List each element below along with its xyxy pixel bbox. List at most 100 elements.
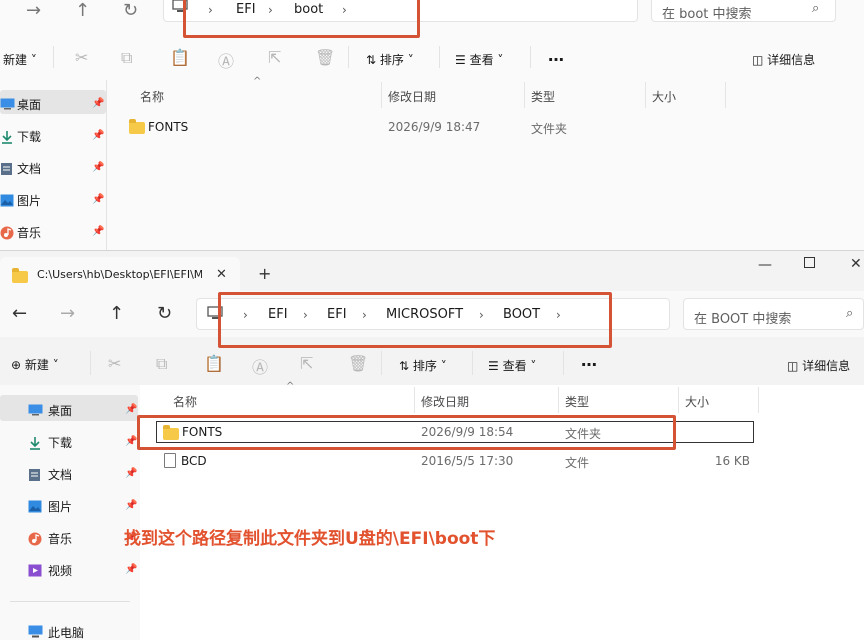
- view-button[interactable]: ☰ 查看 ˅: [455, 51, 503, 68]
- music-icon: [28, 532, 42, 546]
- row-modified: 2016/5/5 17:30: [421, 454, 514, 468]
- new-button[interactable]: ⊕ 新建 ˅: [11, 356, 59, 373]
- column-divider[interactable]: [414, 387, 415, 413]
- view-button[interactable]: ☰ 查看 ˅: [488, 357, 536, 374]
- pin-icon[interactable]: 📌: [92, 226, 104, 237]
- share-icon[interactable]: ⇱: [268, 48, 281, 67]
- column-divider[interactable]: [558, 387, 559, 413]
- row-type: 文件: [565, 456, 590, 470]
- pin-icon[interactable]: 📌: [92, 98, 104, 109]
- column-divider[interactable]: [678, 387, 679, 413]
- divider: [439, 46, 440, 68]
- column-header-size[interactable]: 大小: [685, 393, 709, 410]
- forward-icon[interactable]: →: [26, 0, 41, 21]
- refresh-icon[interactable]: ↻: [123, 0, 138, 21]
- rename-icon[interactable]: Ⓐ: [252, 354, 268, 378]
- table-row[interactable]: FONTS 2026/9/9 18:47 文件夹: [120, 116, 760, 138]
- pin-icon[interactable]: 📌: [92, 194, 104, 205]
- download-icon: [0, 130, 14, 144]
- nav-item-label[interactable]: 下载: [17, 128, 41, 145]
- pin-icon[interactable]: 📌: [125, 468, 137, 479]
- pin-icon[interactable]: 📌: [125, 500, 137, 511]
- details-button[interactable]: ◫ 详细信息: [752, 51, 815, 68]
- delete-icon[interactable]: 🗑: [348, 354, 368, 373]
- maximize-icon[interactable]: [804, 257, 815, 268]
- tab-close-icon[interactable]: ✕: [216, 267, 227, 282]
- more-button[interactable]: …: [548, 46, 564, 65]
- video-icon: [28, 564, 42, 577]
- cut-icon[interactable]: ✂: [108, 354, 121, 373]
- up-icon[interactable]: ↑: [75, 0, 90, 21]
- column-header-name[interactable]: 名称: [173, 393, 197, 410]
- explorer-window-boot: → ↑ ↻ › EFI › boot › 在 boot 中搜索 ⌕ 新建 ˅ ✂…: [0, 0, 864, 250]
- column-header-modified[interactable]: 修改日期: [421, 393, 469, 410]
- nav-item-label[interactable]: 桌面: [17, 96, 41, 113]
- table-row[interactable]: BCD 2016/5/5 17:30 文件 16 KB: [156, 450, 754, 472]
- share-icon[interactable]: ⇱: [300, 354, 313, 373]
- details-icon: ◫: [787, 359, 799, 373]
- tab-title: C:\Users\hb\Desktop\EFI\EFI\M: [37, 268, 202, 281]
- nav-item-label[interactable]: 桌面: [48, 402, 72, 419]
- column-divider[interactable]: [725, 82, 726, 108]
- column-header-modified[interactable]: 修改日期: [388, 88, 436, 105]
- refresh-icon[interactable]: ↻: [157, 303, 172, 324]
- back-icon[interactable]: ←: [12, 303, 27, 324]
- rename-icon[interactable]: Ⓐ: [218, 48, 234, 72]
- search-icon: ⌕: [846, 306, 854, 321]
- column-divider[interactable]: [524, 82, 525, 108]
- copy-icon[interactable]: ⧉: [121, 48, 132, 68]
- cut-icon[interactable]: ✂: [75, 48, 88, 67]
- column-divider[interactable]: [758, 387, 759, 413]
- divider: [10, 601, 130, 602]
- column-header-size[interactable]: 大小: [652, 88, 676, 105]
- new-tab-icon[interactable]: +: [258, 264, 271, 283]
- highlight-box: [183, 0, 420, 38]
- nav-item-label[interactable]: 图片: [48, 498, 72, 515]
- nav-item-label[interactable]: 视频: [48, 562, 72, 579]
- up-icon[interactable]: ↑: [109, 303, 124, 324]
- sort-button[interactable]: ⇅ 排序 ˅: [399, 357, 447, 374]
- column-divider[interactable]: [381, 82, 382, 108]
- column-header-name[interactable]: 名称: [140, 88, 164, 105]
- folder-icon: [129, 119, 145, 134]
- picture-icon: [0, 194, 14, 207]
- view-icon: ☰: [488, 359, 499, 373]
- close-icon[interactable]: ✕: [850, 256, 862, 272]
- nav-item-label[interactable]: 音乐: [48, 530, 72, 547]
- pin-icon[interactable]: 📌: [125, 404, 137, 415]
- sort-button[interactable]: ⇅ 排序 ˅: [366, 51, 414, 68]
- sort-icon: ⇅: [399, 359, 410, 373]
- pin-icon[interactable]: 📌: [125, 436, 137, 447]
- more-button[interactable]: …: [581, 351, 597, 370]
- delete-icon[interactable]: 🗑: [315, 48, 335, 67]
- forward-icon[interactable]: →: [60, 303, 75, 324]
- divider: [530, 46, 531, 68]
- nav-item-label[interactable]: 文档: [48, 466, 72, 483]
- pin-icon[interactable]: 📌: [92, 162, 104, 173]
- details-button[interactable]: ◫ 详细信息: [787, 357, 850, 374]
- explorer-window-BOOT: C:\Users\hb\Desktop\EFI\EFI\M ✕ + — ✕ ← …: [0, 250, 864, 641]
- nav-item-label[interactable]: 文档: [17, 160, 41, 177]
- search-placeholder: 在 boot 中搜索: [662, 7, 752, 22]
- nav-item-label[interactable]: 音乐: [17, 224, 41, 241]
- sidebar-divider: [106, 80, 107, 250]
- tab[interactable]: C:\Users\hb\Desktop\EFI\EFI\M ✕: [0, 257, 240, 291]
- paste-icon[interactable]: 📋: [170, 48, 190, 67]
- minimize-icon[interactable]: —: [758, 257, 772, 273]
- divider: [348, 46, 349, 68]
- column-header-type[interactable]: 类型: [565, 393, 589, 410]
- search-input[interactable]: 在 BOOT 中搜索 ⌕: [683, 298, 864, 330]
- pin-icon[interactable]: 📌: [92, 130, 104, 141]
- column-header-type[interactable]: 类型: [531, 88, 555, 105]
- new-button[interactable]: 新建 ˅: [3, 51, 37, 68]
- nav-item-label[interactable]: 图片: [17, 192, 41, 209]
- copy-icon[interactable]: ⧉: [156, 354, 167, 374]
- paste-icon[interactable]: 📋: [204, 354, 224, 373]
- nav-item-label[interactable]: 下载: [48, 434, 72, 451]
- search-input[interactable]: 在 boot 中搜索 ⌕: [651, 0, 836, 22]
- column-divider[interactable]: [645, 82, 646, 108]
- row-name: BCD: [181, 454, 207, 468]
- pin-icon[interactable]: 📌: [125, 564, 137, 575]
- file-icon: [164, 453, 176, 468]
- nav-item-label[interactable]: 此电脑: [48, 624, 84, 641]
